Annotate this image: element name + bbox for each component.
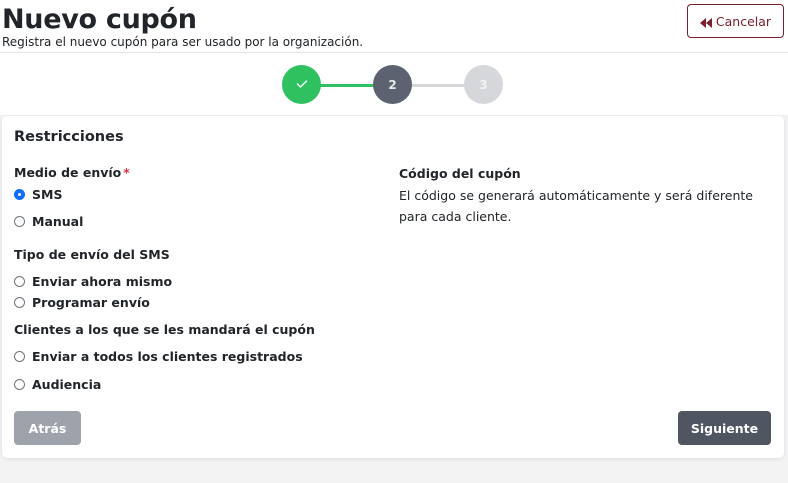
radio-manual[interactable]: Manual <box>14 214 83 229</box>
shipping-method-label-text: Medio de envío <box>14 165 122 180</box>
radio-all-clients-label: Enviar a todos los clientes registrados <box>32 349 303 364</box>
radio-all-clients-control[interactable] <box>14 351 25 362</box>
step-1-completed[interactable] <box>282 65 321 104</box>
radio-all-clients[interactable]: Enviar a todos los clientes registrados <box>14 349 303 364</box>
radio-sms-label: SMS <box>32 187 63 202</box>
step-2-active[interactable]: 2 <box>373 65 412 104</box>
radio-schedule-send-control[interactable] <box>14 297 25 308</box>
cancel-button-label: Cancelar <box>715 13 772 29</box>
required-mark: * <box>123 165 130 180</box>
restrictions-card: Restricciones Medio de envío * SMS Manual… <box>2 116 784 458</box>
section-title: Restricciones <box>14 129 124 145</box>
radio-sms[interactable]: SMS <box>14 187 62 202</box>
step-connector-completed <box>320 84 375 87</box>
page-title: Nuevo cupón <box>2 4 197 35</box>
check-icon <box>296 78 308 92</box>
back-button[interactable]: Atrás <box>14 411 81 445</box>
cancel-button[interactable]: Cancelar <box>687 4 784 38</box>
sms-send-type-label: Tipo de envío del SMS <box>14 247 170 262</box>
radio-audience[interactable]: Audiencia <box>14 377 101 392</box>
radio-manual-control[interactable] <box>14 216 25 227</box>
step-3-pending[interactable]: 3 <box>464 65 503 104</box>
radio-send-now-control[interactable] <box>14 276 25 287</box>
step-connector-pending <box>411 84 466 87</box>
radio-audience-control[interactable] <box>14 379 25 390</box>
page-header: Nuevo cupón Registra el nuevo cupón para… <box>0 0 788 53</box>
radio-sms-control[interactable] <box>14 189 25 200</box>
radio-send-now-label: Enviar ahora mismo <box>32 274 173 289</box>
double-chevron-left-icon <box>699 16 712 28</box>
recipients-label: Clientes a los que se les mandará el cup… <box>14 322 315 337</box>
radio-manual-label: Manual <box>32 214 84 229</box>
radio-audience-label: Audiencia <box>32 377 102 392</box>
page-subtitle: Registra el nuevo cupón para ser usado p… <box>2 35 364 49</box>
coupon-code-description: El código se generará automáticamente y … <box>399 188 753 224</box>
shipping-method-label: Medio de envío * <box>14 165 130 180</box>
next-button[interactable]: Siguiente <box>678 411 771 445</box>
radio-schedule-send[interactable]: Programar envío <box>14 295 150 310</box>
coupon-code-title: Código del cupón <box>399 166 521 181</box>
radio-schedule-send-label: Programar envío <box>32 295 150 310</box>
radio-send-now[interactable]: Enviar ahora mismo <box>14 274 172 289</box>
